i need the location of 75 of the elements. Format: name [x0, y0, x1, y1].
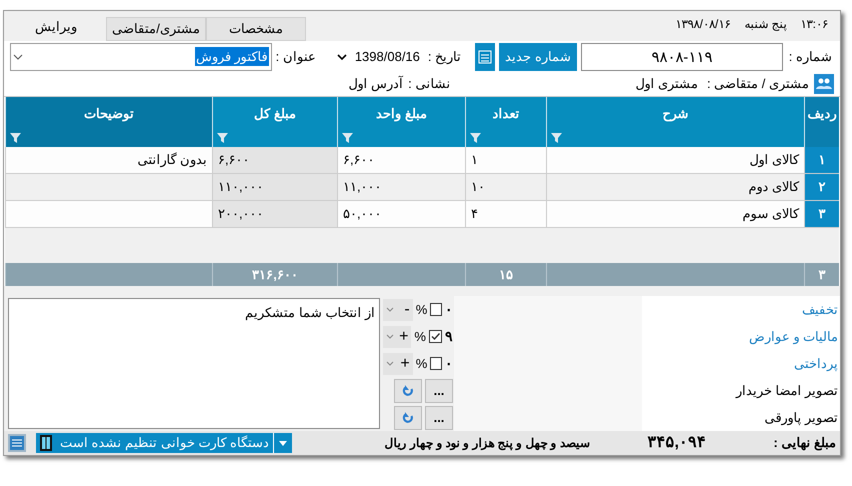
percent-checkbox[interactable] — [428, 330, 442, 343]
card-reader-dropdown[interactable]: دستگاه کارت خوانی تنظیم نشده است — [36, 433, 292, 453]
column-header[interactable]: تعداد — [465, 97, 546, 148]
image-label: تصویر امضا خریدار — [734, 382, 839, 400]
filter-icon[interactable] — [342, 133, 353, 144]
weekday-text: پنج شنبه — [744, 16, 787, 33]
browse-button[interactable]: ... — [425, 406, 453, 430]
adjustment-link[interactable]: تخفیف — [800, 296, 840, 323]
adjustment-link[interactable]: مالیات و عوارض — [746, 323, 840, 350]
amount-in-words: سیصد و چهل و پنج هزار و نود و چهار ریال — [384, 435, 590, 452]
total-cell: ۱۵ — [465, 263, 546, 286]
chevron-icon — [386, 360, 394, 366]
percent-sign: % — [414, 328, 426, 346]
value-text: ۹ — [444, 327, 453, 346]
table-cell: بدون گارانتی — [5, 147, 212, 174]
final-amount-label: مبلغ نهایی : — [772, 434, 836, 452]
column-header[interactable]: ردیف — [804, 97, 839, 148]
table-cell: ۲۰۰,۰۰۰ — [212, 201, 337, 228]
column-header[interactable]: شرح — [546, 97, 804, 148]
row-number: ۱ — [804, 147, 839, 174]
caret-icon — [278, 439, 288, 447]
table-cell: کالای سوم — [546, 201, 804, 228]
time-text: ۱۳:۰۶ — [800, 16, 828, 33]
address-text: آدرس اول — [348, 74, 404, 94]
customer-name: مشتری اول — [635, 75, 698, 94]
table-cell: کالای دوم — [546, 174, 804, 200]
row-number: ۲ — [804, 174, 839, 200]
filter-icon[interactable] — [10, 133, 21, 144]
filter-icon[interactable] — [217, 133, 228, 144]
row-number: ۳ — [804, 201, 839, 228]
tab[interactable]: مشتری/متقاضی — [106, 16, 206, 41]
caret-icon — [336, 52, 347, 60]
number-field[interactable]: ۹۸۰۸-۱۱۹ — [580, 42, 783, 70]
filter-icon[interactable] — [470, 133, 481, 144]
column-header[interactable]: توضیحات — [5, 97, 212, 148]
sign-dropdown[interactable]: - — [383, 298, 413, 320]
table-cell: ۱۱۰,۰۰۰ — [212, 174, 337, 200]
filter-icon[interactable] — [551, 133, 562, 144]
percent-checkbox[interactable] — [430, 303, 442, 316]
tab[interactable]: مشخصات — [206, 16, 306, 41]
image-label: تصویر پاورقی — [763, 408, 839, 428]
adjustment-link[interactable]: پرداختی — [792, 350, 840, 377]
percent-checkbox[interactable] — [430, 357, 442, 370]
total-cell: ۳۱۶,۶۰۰ — [212, 263, 337, 286]
final-amount: ۳۴۵,۰۹۴ — [646, 433, 706, 453]
people-icon[interactable] — [814, 74, 834, 94]
sign-dropdown[interactable]: + — [383, 352, 413, 374]
refresh-icon[interactable] — [394, 406, 422, 430]
refresh-icon[interactable] — [394, 378, 422, 402]
column-header[interactable]: مبلغ کل — [212, 97, 337, 148]
chevron-icon — [13, 52, 23, 60]
column-header[interactable]: مبلغ واحد — [337, 97, 465, 148]
chevron-icon — [386, 306, 394, 312]
value-text: ۰ — [444, 300, 453, 319]
title-dropdown[interactable]: فاکتور فروش — [10, 42, 272, 70]
table-cell: ۱ — [465, 147, 546, 174]
number-label: شماره : — [788, 48, 833, 66]
date-text: ۱۳۹۸/۰۸/۱۶ — [676, 16, 730, 33]
table-cell: ۶,۶۰۰ — [212, 147, 337, 174]
sign-dropdown[interactable]: + — [383, 326, 412, 348]
address-label: نشانی : — [408, 75, 450, 94]
notes-field[interactable]: از انتخاب شما متشکریم — [8, 298, 380, 429]
table-cell: کالای اول — [546, 147, 804, 174]
value-text: ۰ — [444, 354, 453, 373]
total-cell: ۳ — [804, 263, 839, 286]
new-number-button[interactable]: شماره جدید — [499, 42, 577, 70]
title-label: عنوان : — [276, 48, 316, 66]
chevron-icon — [386, 334, 394, 340]
percent-sign: % — [416, 354, 428, 373]
customer-label: مشتری / متقاضی : — [706, 75, 809, 94]
percent-sign: % — [416, 300, 428, 319]
date-label: تاریخ : — [428, 48, 462, 66]
table-cell: ۴ — [465, 201, 546, 228]
table-cell: ۱۰ — [465, 174, 546, 200]
browse-button[interactable]: ... — [425, 378, 453, 402]
